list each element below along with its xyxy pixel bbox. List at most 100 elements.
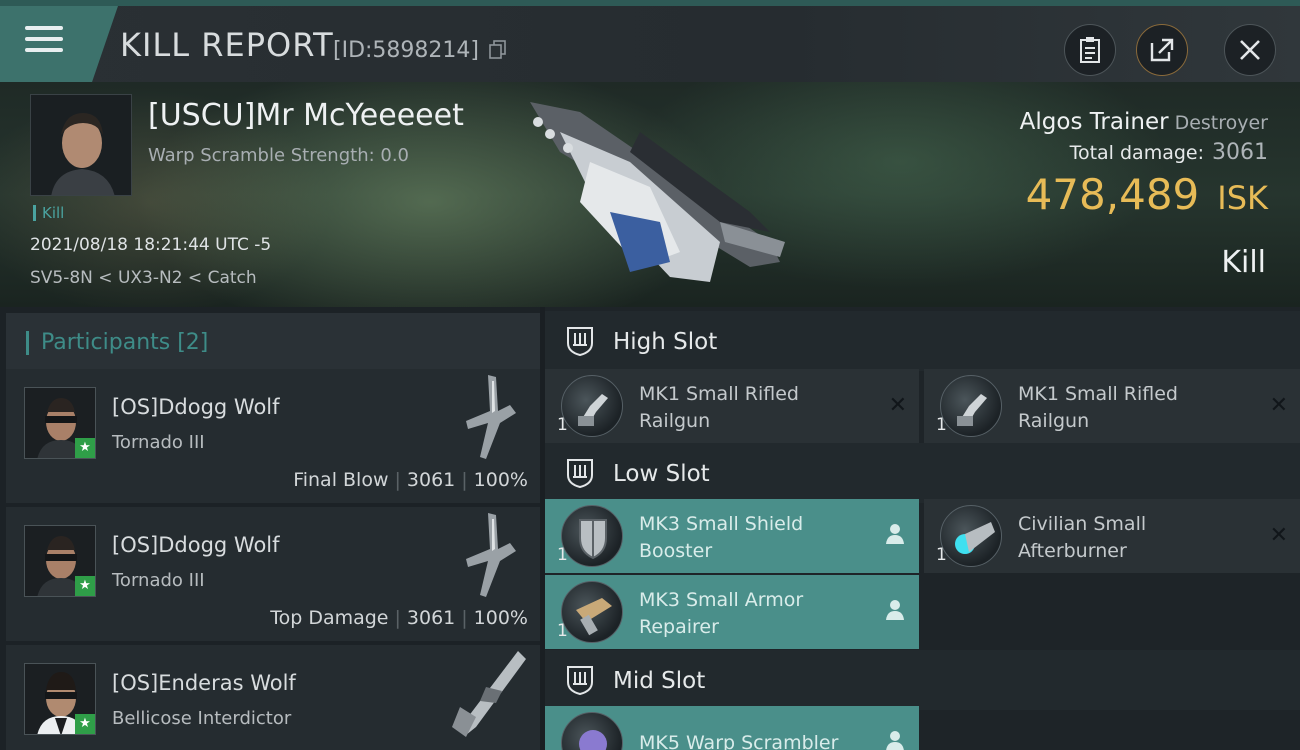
module-name-line2: Railgun: [1018, 410, 1090, 432]
railgun-icon: [940, 375, 1002, 437]
total-damage: Total damage: 3061: [1070, 140, 1268, 165]
stats-divider: |: [461, 469, 468, 491]
warp-scrambler-icon: [561, 712, 623, 750]
star-icon: ★: [75, 714, 95, 734]
module-name-line1: Civilian Small: [1018, 513, 1147, 535]
module-name: MK1 Small Rifled Railgun: [639, 381, 869, 435]
participants-panel: Participants [2] ★ [OS]Ddogg Wolf Tornad…: [0, 307, 540, 750]
menu-tab[interactable]: [0, 6, 118, 82]
participant-ship: Tornado III: [112, 432, 205, 453]
participant-stats: Top Damage | 3061 | 100%: [270, 607, 528, 629]
railgun-icon: [561, 375, 623, 437]
clipboard-button[interactable]: [1064, 24, 1116, 76]
module-item[interactable]: 1 MK1 Small Rifled Railgun ✕: [545, 369, 919, 443]
report-id: [ID:5898214]: [333, 38, 479, 63]
module-name-line2: Repairer: [639, 616, 719, 638]
victim-name: [USCU]Mr McYeeeeet: [148, 98, 464, 133]
mid-slot-header: Mid Slot: [545, 650, 1300, 710]
kill-result: Kill: [1221, 245, 1266, 280]
module-quantity: 1: [936, 545, 947, 565]
participant-name: [OS]Ddogg Wolf: [112, 395, 280, 419]
module-quantity: 1: [557, 415, 568, 435]
hamburger-menu-icon[interactable]: [25, 26, 63, 56]
mid-slot-icon: [567, 666, 593, 696]
low-slot-title: Low Slot: [613, 461, 710, 487]
close-button[interactable]: [1224, 24, 1276, 76]
dropped-pilot-icon: [886, 600, 904, 620]
module-quantity: 1: [557, 621, 568, 641]
share-button[interactable]: [1136, 24, 1188, 76]
total-damage-value: 3061: [1212, 140, 1268, 165]
header-bar: KILL REPORT [ID:5898214]: [0, 0, 1300, 82]
isk-unit: ISK: [1217, 179, 1268, 217]
participant-damage: 3061: [406, 607, 456, 629]
stats-divider: |: [394, 607, 401, 629]
isk-amount: 478,489: [1025, 170, 1200, 219]
ship-name-text: Algos Trainer: [1019, 109, 1169, 135]
victim-banner: [USCU]Mr McYeeeeet Warp Scramble Strengt…: [0, 82, 1300, 307]
low-slot-header: Low Slot: [545, 443, 1300, 503]
tornado-ship-icon: [466, 375, 516, 459]
star-icon: ★: [75, 438, 95, 458]
afterburner-icon: [940, 505, 1002, 567]
module-item[interactable]: 1 MK3 Small Shield Booster: [545, 499, 919, 573]
mid-slot-title: Mid Slot: [613, 668, 706, 694]
clipboard-icon: [1080, 37, 1100, 63]
participant-percent: 100%: [473, 469, 528, 491]
victim-ship-name: Algos Trainer Destroyer: [1020, 109, 1268, 135]
victim-avatar-icon: [31, 95, 131, 195]
copy-icon[interactable]: [489, 40, 507, 60]
kill-location: SV5-8N < UX3-N2 < Catch: [30, 268, 257, 288]
participant-card[interactable]: ★ [OS]Enderas Wolf Bellicose Interdictor: [6, 645, 540, 750]
participants-header: Participants [2]: [6, 313, 540, 369]
participant-role: Final Blow: [293, 469, 389, 491]
module-name: MK3 Small Armor Repairer: [639, 587, 869, 641]
kill-tag: Kill: [33, 205, 64, 221]
participant-role: Top Damage: [270, 607, 389, 629]
victim-ship-image: [530, 102, 785, 282]
participant-avatar[interactable]: ★: [24, 663, 96, 735]
high-slot-header: High Slot: [545, 311, 1300, 371]
armor-repairer-icon: [561, 581, 623, 643]
destroyed-x-icon: ✕: [1269, 393, 1288, 418]
participant-ship: Tornado III: [112, 570, 205, 591]
close-icon: [1240, 40, 1260, 60]
participant-card[interactable]: ★ [OS]Ddogg Wolf Tornado III Top Damage |…: [6, 507, 540, 641]
total-damage-label: Total damage:: [1069, 142, 1204, 164]
high-slot-icon: [567, 327, 593, 357]
isk-value: 478,489 ISK: [1026, 170, 1268, 219]
star-icon: ★: [75, 576, 95, 596]
participant-stats: Final Blow | 3061 | 100%: [293, 469, 528, 491]
module-name: MK5 Warp Scrambler: [639, 730, 869, 750]
module-quantity: 1: [936, 415, 947, 435]
participants-title: Participants [2]: [26, 331, 208, 355]
low-slot-icon: [567, 459, 593, 489]
kill-datetime: 2021/08/18 18:21:44 UTC -5: [30, 235, 272, 255]
shield-booster-icon: [561, 505, 623, 567]
participant-avatar[interactable]: ★: [24, 387, 96, 459]
module-name-line1: MK3 Small Armor: [639, 589, 804, 611]
participant-name: [OS]Ddogg Wolf: [112, 533, 280, 557]
stats-divider: |: [394, 469, 401, 491]
victim-portrait[interactable]: [30, 94, 132, 196]
module-item[interactable]: 1 MK3 Small Armor Repairer: [545, 575, 919, 649]
module-item[interactable]: 1 Civilian Small Afterburner ✕: [924, 499, 1300, 573]
warp-scramble-strength: Warp Scramble Strength: 0.0: [148, 145, 410, 166]
module-name-line1: MK1 Small Rifled: [639, 383, 799, 405]
participant-ship: Bellicose Interdictor: [112, 708, 292, 729]
dropped-pilot-icon: [886, 731, 904, 750]
dropped-pilot-icon: [886, 524, 904, 544]
participant-avatar[interactable]: ★: [24, 525, 96, 597]
module-name: MK1 Small Rifled Railgun: [1018, 381, 1248, 435]
module-name: MK3 Small Shield Booster: [639, 511, 869, 565]
participant-name: [OS]Enderas Wolf: [112, 671, 296, 695]
module-name-line1: MK5 Warp Scrambler: [639, 732, 839, 750]
module-item[interactable]: 1 MK1 Small Rifled Railgun ✕: [924, 369, 1300, 443]
module-item[interactable]: MK5 Warp Scrambler: [545, 706, 919, 750]
participant-card[interactable]: ★ [OS]Ddogg Wolf Tornado III Final Blow |…: [6, 369, 540, 503]
destroyed-x-icon: ✕: [888, 393, 907, 418]
module-name-line2: Railgun: [639, 410, 711, 432]
module-name-line1: MK1 Small Rifled: [1018, 383, 1178, 405]
module-name-line2: Afterburner: [1018, 540, 1127, 562]
module-name-line2: Booster: [639, 540, 713, 562]
